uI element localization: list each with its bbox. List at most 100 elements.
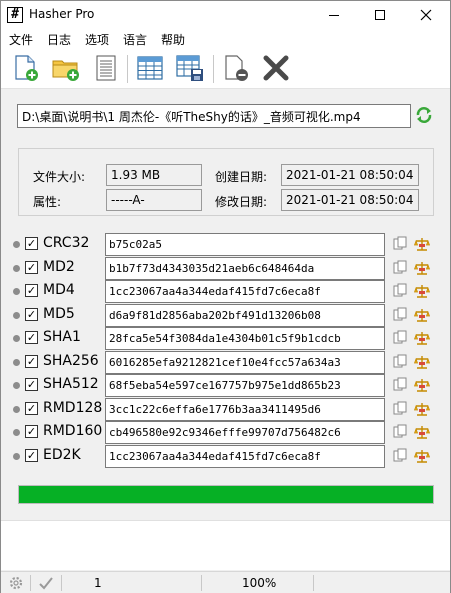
algorithm-checkbox[interactable]: ✓ [25, 307, 38, 321]
gear-icon[interactable] [8, 575, 24, 591]
row-indicator [13, 241, 20, 248]
hash-value-field[interactable]: d6a9f81d2856aba202bf491d13206b08 [105, 303, 385, 327]
hash-row-ed2k: ✓ ED2K 1cc23067aa4a344edaf415fd7c6eca8f [1, 444, 450, 468]
algorithm-checkbox[interactable]: ✓ [25, 284, 38, 297]
open-folder-button[interactable] [51, 53, 81, 83]
remove-file-icon [225, 55, 248, 81]
copy-icon[interactable] [392, 236, 408, 252]
compare-scale-icon[interactable] [414, 448, 430, 464]
compare-scale-icon[interactable] [414, 424, 430, 440]
hash-row-crc32: ✓ CRC32 b75c02a5 [1, 233, 450, 256]
algorithm-checkbox[interactable]: ✓ [25, 401, 38, 415]
hash-value-field[interactable]: b75c02a5 [105, 233, 385, 256]
progress-bar [18, 485, 434, 504]
algorithm-name: MD2 [43, 258, 75, 275]
algorithm-name: SHA256 [43, 352, 99, 369]
compare-scale-icon[interactable] [414, 354, 430, 370]
status-bar: 1 100% [1, 571, 450, 593]
toolbar [1, 49, 450, 89]
clear-button[interactable] [261, 53, 291, 83]
algorithm-checkbox[interactable]: ✓ [25, 378, 38, 391]
status-separator [61, 575, 62, 591]
algorithm-checkbox[interactable]: ✓ [25, 425, 38, 438]
copy-icon[interactable] [392, 401, 408, 417]
hash-value-field[interactable]: 28fca5e54f3084da1e4304b01c5f9b1cdcb [105, 327, 385, 350]
hash-value-field[interactable]: 1cc23067aa4a344edaf415fd7c6eca8f [105, 444, 385, 468]
hash-row-sha1: ✓ SHA1 28fca5e54f3084da1e4304b01c5f9b1cdcb [1, 327, 450, 350]
copy-icon[interactable] [392, 330, 408, 346]
hash-value-field[interactable]: 1cc23067aa4a344edaf415fd7c6eca8f [105, 280, 385, 303]
copy-icon[interactable] [392, 283, 408, 299]
log-area [1, 520, 450, 570]
toolbar-separator [213, 55, 214, 83]
close-button[interactable] [403, 1, 449, 29]
row-indicator [13, 264, 20, 272]
hash-row-md5: ✓ MD5 d6a9f81d2856aba202bf491d13206b08 [1, 303, 450, 327]
minimize-button[interactable] [311, 1, 357, 29]
status-count: 1 [94, 576, 102, 590]
copy-icon[interactable] [392, 260, 408, 276]
file-size-value: 1.93 MB [106, 164, 202, 186]
algorithm-name: MD5 [43, 305, 75, 322]
hash-value-field[interactable]: b1b7f73d4343035d21aeb6c648464da [105, 256, 385, 280]
menu-file[interactable]: 文件 [9, 31, 33, 48]
row-indicator [13, 358, 20, 366]
refresh-icon [416, 107, 432, 123]
app-icon: # [7, 7, 23, 23]
remove-button[interactable] [221, 53, 251, 83]
new-file-icon [15, 55, 38, 81]
status-separator [30, 575, 31, 591]
compare-scale-icon[interactable] [414, 401, 430, 417]
algorithm-checkbox[interactable]: ✓ [25, 354, 38, 368]
copy-icon[interactable] [392, 377, 408, 393]
maximize-button[interactable] [357, 1, 403, 29]
status-separator [201, 575, 202, 591]
algorithm-name: RMD160 [43, 423, 103, 439]
table-icon [137, 56, 163, 80]
document-button[interactable] [91, 53, 121, 83]
menu-language[interactable]: 语言 [123, 31, 147, 48]
attributes-value: -----A- [106, 189, 202, 211]
refresh-button[interactable] [415, 106, 433, 124]
copy-icon[interactable] [392, 307, 408, 323]
compare-scale-icon[interactable] [414, 307, 430, 323]
compare-scale-icon[interactable] [414, 260, 430, 276]
algorithm-checkbox[interactable]: ✓ [25, 448, 38, 462]
compare-scale-icon[interactable] [414, 377, 430, 393]
algorithm-checkbox[interactable]: ✓ [25, 331, 38, 344]
copy-icon[interactable] [392, 354, 408, 370]
hash-value-field[interactable]: cb496580e92c9346efffe99707d756482c6 [105, 421, 385, 444]
hash-value-field[interactable]: 6016285efa9212821cef10e4fcc57a634a3 [105, 350, 385, 374]
copy-icon[interactable] [392, 448, 408, 464]
row-indicator [13, 288, 20, 295]
zoom-level: 100% [242, 576, 277, 590]
algorithm-name: RMD128 [43, 399, 103, 416]
hash-value-field[interactable]: 68f5eba54e597ce167757b975e1dd865b23 [105, 374, 385, 397]
menu-help[interactable]: 帮助 [161, 31, 185, 48]
main-window: # Hasher Pro 文件 日志 选项 语言 帮助 D:\桌面\说明书\1 … [0, 0, 451, 593]
algorithm-name: SHA1 [43, 329, 81, 345]
hash-row-sha256: ✓ SHA256 6016285efa9212821cef10e4fcc57a634… [1, 350, 450, 374]
attributes-label: 属性: [33, 195, 62, 209]
hash-value-field[interactable]: 3cc1c22c6effa6e1776b3aa3411495d6 [105, 397, 385, 421]
window-title: Hasher Pro [29, 7, 95, 21]
compare-scale-icon[interactable] [414, 330, 430, 346]
algorithm-checkbox[interactable]: ✓ [25, 260, 38, 274]
file-path-field[interactable]: D:\桌面\说明书\1 周杰伦-《听TheShy的话》_音频可视化.mp4 [17, 104, 411, 128]
save-table-button[interactable] [175, 53, 205, 83]
compare-scale-icon[interactable] [414, 283, 430, 299]
copy-icon[interactable] [392, 424, 408, 440]
maximize-icon [375, 10, 385, 20]
menu-options[interactable]: 选项 [85, 31, 109, 48]
minimize-icon [329, 14, 339, 16]
table-view-button[interactable] [135, 53, 165, 83]
file-info-group: 文件大小: 1.93 MB 属性: -----A- 创建日期: 2021-01-… [18, 148, 434, 216]
title-bar[interactable]: # Hasher Pro [1, 1, 450, 29]
algorithm-checkbox[interactable]: ✓ [25, 237, 38, 250]
created-date-label: 创建日期: [215, 170, 268, 184]
compare-scale-icon[interactable] [414, 236, 430, 252]
table-save-icon [176, 55, 203, 81]
status-separator [313, 575, 314, 591]
new-file-button[interactable] [11, 53, 41, 83]
menu-log[interactable]: 日志 [47, 31, 71, 48]
